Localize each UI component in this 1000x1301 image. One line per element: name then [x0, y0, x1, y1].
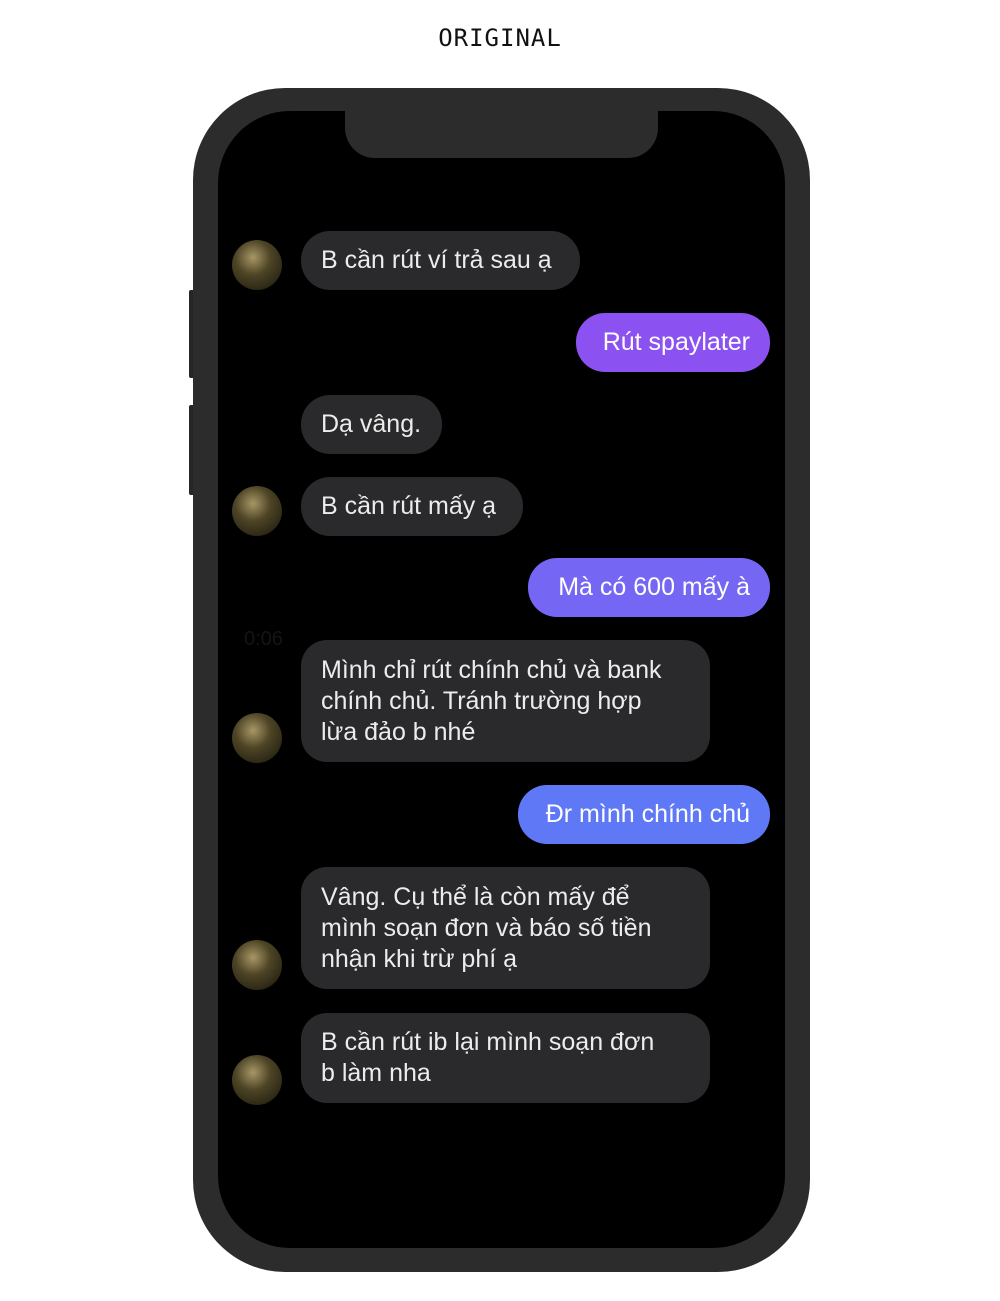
message-bubble-outgoing[interactable]: Mà có 600 mấy à — [528, 558, 770, 617]
message-bubble-incoming[interactable]: B cần rút ib lại mình soạn đơn b làm nha — [301, 1013, 710, 1103]
phone-notch — [345, 108, 658, 158]
message-bubble-outgoing[interactable]: Đr mình chính chủ — [518, 785, 770, 844]
message-bubble-incoming[interactable]: Mình chỉ rút chính chủ và bank chính chủ… — [301, 640, 710, 762]
message-bubble-incoming[interactable]: Dạ vâng. — [301, 395, 442, 454]
message-bubble-incoming[interactable]: Vâng. Cụ thể là còn mấy để mình soạn đơn… — [301, 867, 710, 989]
sender-avatar-icon[interactable] — [232, 486, 282, 536]
message-bubble-incoming[interactable]: B cần rút mấy ạ — [301, 477, 523, 536]
sender-avatar-icon[interactable] — [232, 940, 282, 990]
background-timestamp: 0:06 — [244, 628, 283, 650]
message-bubble-incoming[interactable]: B cần rút ví trả sau ạ — [301, 231, 580, 290]
sender-avatar-icon[interactable] — [232, 240, 282, 290]
sender-avatar-icon[interactable] — [232, 1055, 282, 1105]
message-bubble-outgoing[interactable]: Rút spaylater — [576, 313, 770, 372]
sender-avatar-icon[interactable] — [232, 713, 282, 763]
caption-label: ORIGINAL — [438, 24, 562, 52]
